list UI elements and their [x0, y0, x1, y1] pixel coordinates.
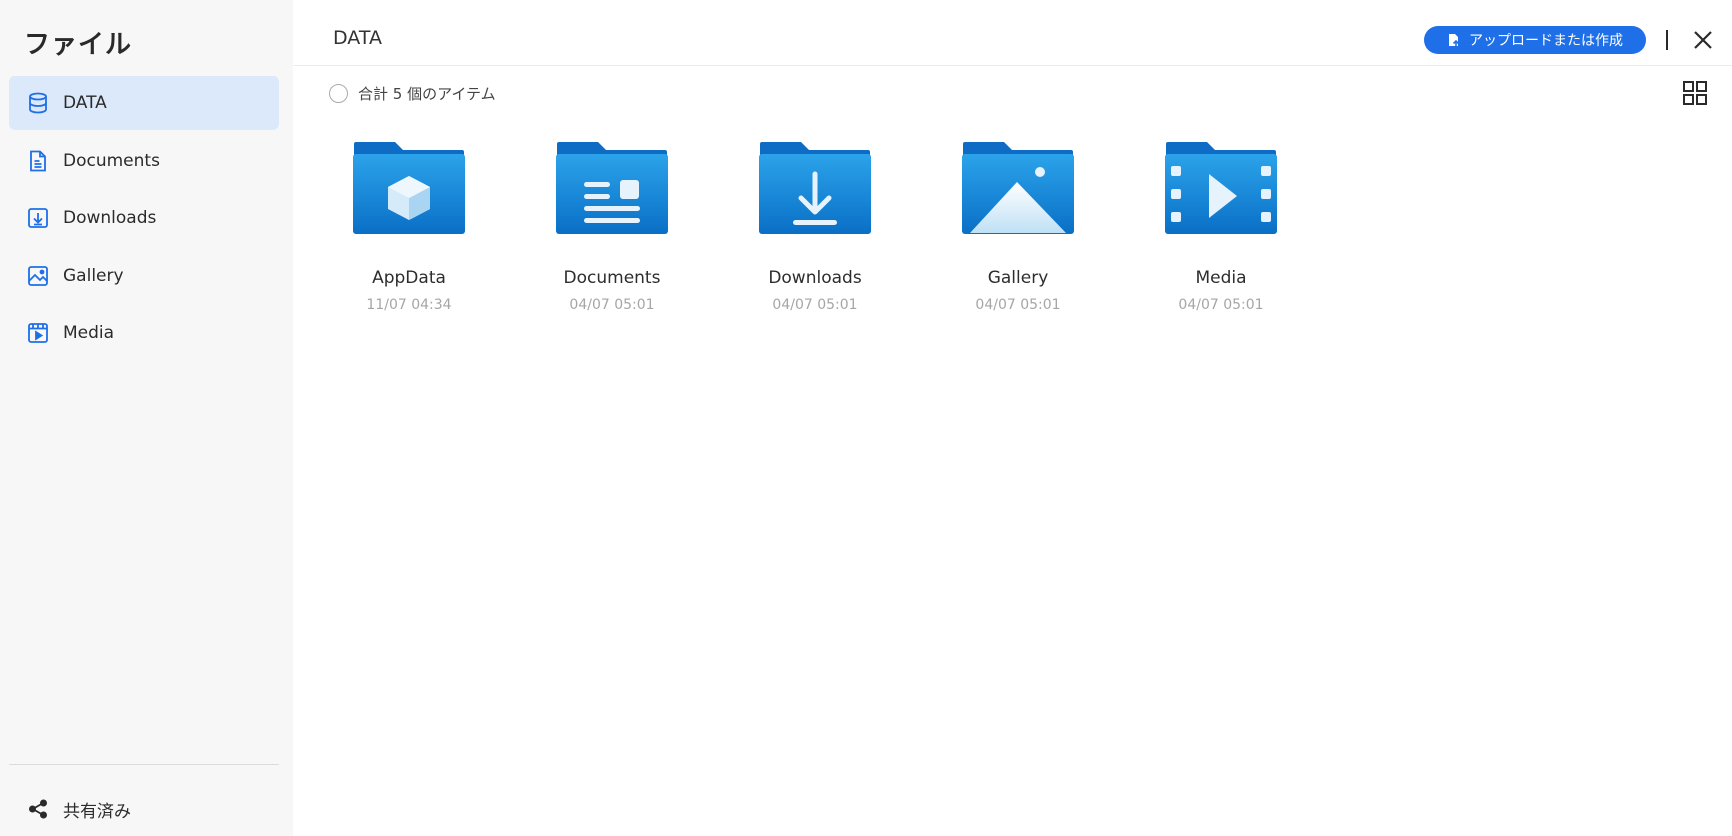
downloads-folder-icon — [759, 142, 871, 234]
folder-date: 04/07 05:01 — [569, 297, 655, 313]
folder-appdata[interactable]: AppData 11/07 04:34 — [339, 140, 479, 320]
sidebar-item-media[interactable]: Media — [9, 306, 279, 360]
folder-name: Downloads — [768, 268, 862, 288]
page-title: DATA — [333, 27, 382, 49]
sidebar-item-label: DATA — [63, 93, 107, 113]
document-icon — [30, 150, 46, 171]
download-icon — [28, 208, 48, 228]
folder-date: 04/07 05:01 — [1178, 297, 1264, 313]
gallery-icon — [28, 265, 48, 286]
folder-name: AppData — [372, 268, 446, 288]
folder-date: 04/07 05:01 — [772, 297, 858, 313]
header-divider — [1666, 30, 1668, 50]
sidebar-item-shared[interactable]: 共有済み — [9, 782, 279, 836]
select-all-checkbox[interactable] — [329, 84, 348, 103]
sidebar-item-label: Downloads — [63, 208, 157, 228]
folder-date: 04/07 05:01 — [975, 297, 1061, 313]
sidebar-item-label: Media — [63, 323, 115, 343]
shared-label: 共有済み — [63, 801, 131, 822]
header: DATA アップロードまたは作成 — [293, 0, 1732, 66]
sidebar-title: ファイル — [24, 30, 133, 60]
sidebar-item-data[interactable]: DATA — [9, 76, 279, 130]
sidebar-nav: DATA Documents Downloads Gallery Media — [9, 76, 279, 364]
folder-date: 11/07 04:34 — [366, 297, 452, 313]
media-icon — [28, 323, 48, 343]
database-icon — [29, 92, 47, 114]
item-count: 合計 5 個のアイテム — [358, 85, 496, 103]
folder-name: Gallery — [987, 268, 1049, 288]
file-manager-app: ファイル DATA Documents Downloads Gallery Me… — [0, 0, 1732, 836]
folder-downloads[interactable]: Downloads 04/07 05:01 — [745, 140, 885, 320]
sidebar: ファイル DATA Documents Downloads Gallery Me… — [0, 0, 293, 836]
gallery-folder-icon — [962, 142, 1074, 234]
grid-view-icon[interactable] — [1682, 80, 1708, 106]
close-icon[interactable] — [1691, 28, 1715, 52]
folder-name: Media — [1195, 268, 1247, 288]
folder-gallery[interactable]: Gallery 04/07 05:01 — [948, 140, 1088, 320]
sidebar-divider — [9, 764, 279, 765]
upload-file-icon — [1449, 34, 1460, 46]
upload-or-create-button[interactable]: アップロードまたは作成 — [1424, 26, 1646, 54]
upload-button-label: アップロードまたは作成 — [1469, 33, 1623, 49]
folder-name: Documents — [563, 268, 661, 288]
sidebar-item-label: Documents — [63, 150, 160, 171]
sidebar-item-label: Gallery — [63, 265, 124, 286]
media-folder-icon — [1165, 142, 1277, 234]
documents-folder-icon — [556, 142, 668, 234]
folder-media[interactable]: Media 04/07 05:01 — [1151, 140, 1291, 320]
sidebar-item-gallery[interactable]: Gallery — [9, 249, 279, 303]
appdata-folder-icon — [353, 142, 465, 234]
sidebar-item-downloads[interactable]: Downloads — [9, 191, 279, 245]
sidebar-item-documents[interactable]: Documents — [9, 134, 279, 188]
share-icon — [29, 799, 47, 819]
folder-documents[interactable]: Documents 04/07 05:01 — [542, 140, 682, 320]
